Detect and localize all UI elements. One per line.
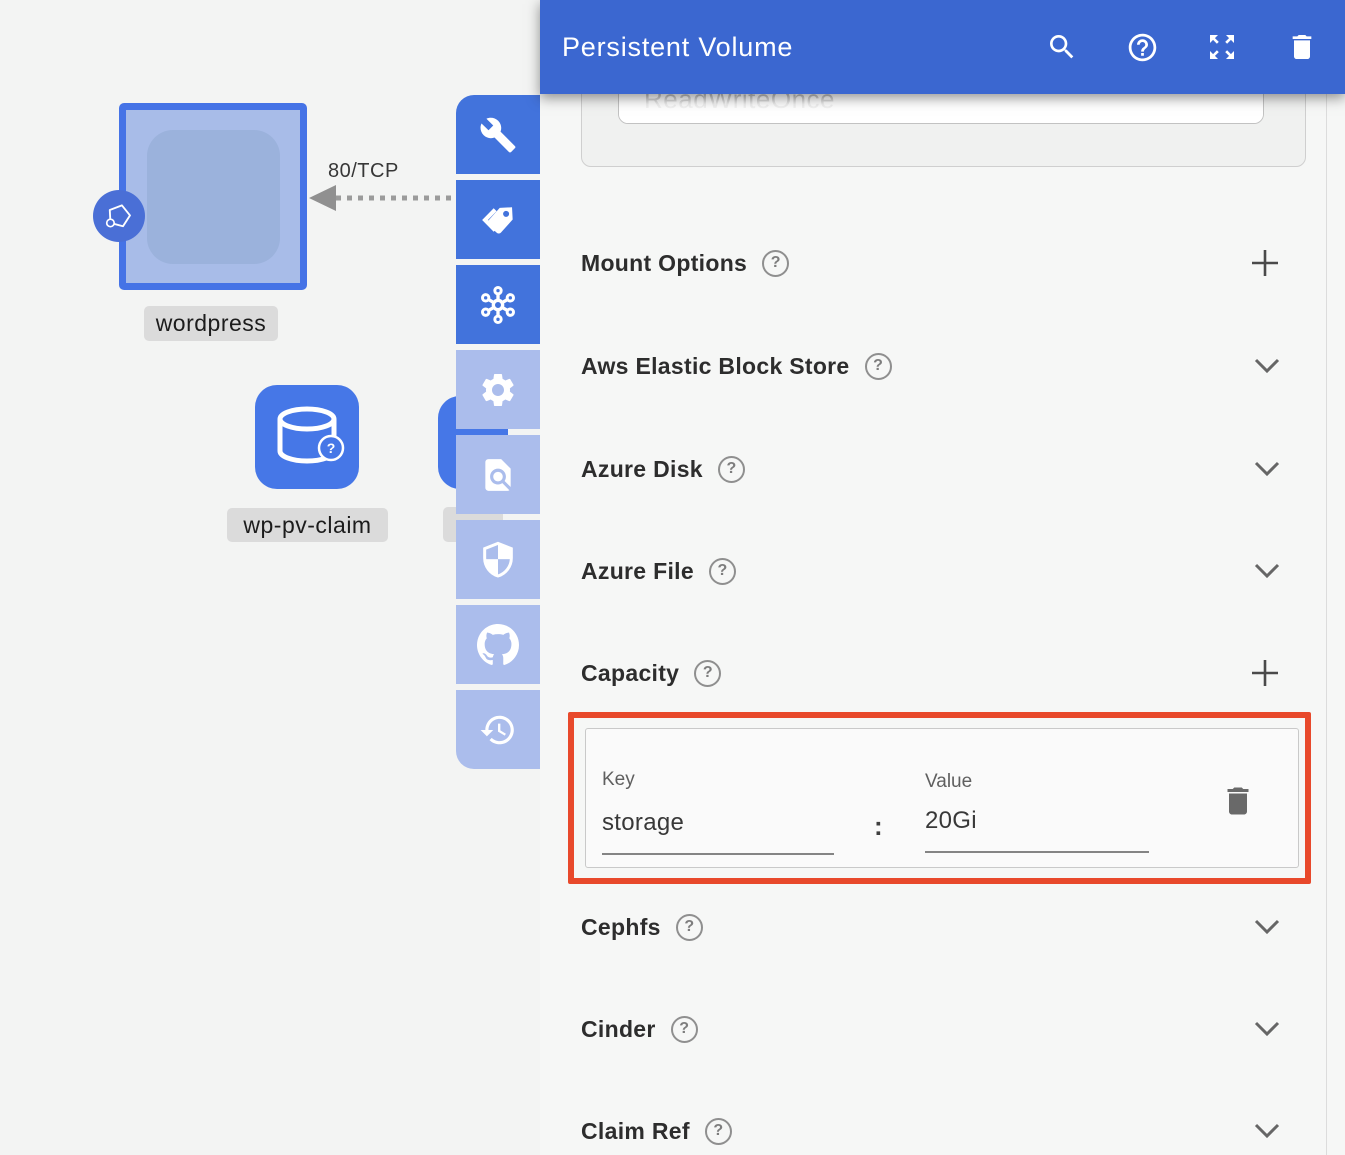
value-label: Value	[925, 771, 972, 793]
section-claim-ref[interactable]: Claim Ref ?	[581, 1111, 1280, 1151]
gear-icon	[478, 370, 518, 410]
section-cephfs[interactable]: Cephfs ?	[581, 907, 1280, 947]
key-label: Key	[602, 769, 635, 791]
add-button[interactable]	[1250, 658, 1280, 688]
key-input-underline	[602, 853, 834, 855]
delete-entry-button[interactable]	[1220, 783, 1256, 819]
help-icon[interactable]: ?	[705, 1118, 732, 1145]
plus-icon	[1250, 248, 1280, 278]
help-icon[interactable]: ?	[694, 660, 721, 687]
node-wordpress-body	[147, 130, 280, 264]
tag-icon	[479, 201, 517, 239]
trash-icon	[1286, 31, 1318, 63]
pod-badge-icon[interactable]	[93, 190, 145, 242]
toolbar-button-build[interactable]	[456, 95, 540, 174]
chevron-down-icon	[1254, 1021, 1280, 1037]
help-icon[interactable]: ?	[865, 353, 892, 380]
help-icon[interactable]: ?	[676, 914, 703, 941]
section-title: Claim Ref	[581, 1118, 690, 1145]
toolbar-button-labels[interactable]	[456, 180, 540, 259]
expand-button[interactable]	[1254, 461, 1280, 477]
expand-button[interactable]	[1254, 1021, 1280, 1037]
question-badge: ?	[327, 440, 336, 456]
expand-button[interactable]	[1254, 919, 1280, 935]
help-icon[interactable]: ?	[709, 558, 736, 585]
section-capacity[interactable]: Capacity ?	[581, 653, 1280, 693]
persistent-volume-panel: ReadWriteOnce Mount Options ? Aws Elasti…	[540, 0, 1345, 1155]
canvas-toolbar	[456, 95, 540, 769]
value-input-underline	[925, 851, 1149, 853]
pentagon-icon	[97, 194, 141, 238]
toolbar-button-github[interactable]	[456, 605, 540, 684]
toolbar-button-security[interactable]	[456, 520, 540, 599]
help-circle-icon	[1126, 31, 1159, 64]
section-title: Cinder	[581, 1016, 656, 1043]
expand-button[interactable]	[1254, 1123, 1280, 1139]
github-icon	[477, 624, 519, 666]
panel-scrollbar-track[interactable]	[1326, 94, 1327, 1155]
key-input[interactable]: storage	[602, 809, 684, 837]
section-title: Cephfs	[581, 914, 661, 941]
plus-icon	[1250, 658, 1280, 688]
search-button[interactable]	[1045, 30, 1079, 64]
add-button[interactable]	[1250, 248, 1280, 278]
help-icon[interactable]: ?	[762, 250, 789, 277]
history-icon	[479, 711, 517, 749]
toolbar-button-network[interactable]	[456, 265, 540, 344]
section-title: Azure File	[581, 558, 694, 585]
search-icon	[1046, 31, 1078, 63]
shield-icon	[478, 540, 518, 580]
section-mount-options[interactable]: Mount Options ?	[581, 243, 1280, 283]
service-edge-arrow	[305, 182, 456, 214]
node-wordpress[interactable]	[119, 103, 307, 290]
toolbar-button-settings[interactable]	[456, 350, 540, 429]
chevron-down-icon	[1254, 358, 1280, 374]
expand-button[interactable]	[1254, 358, 1280, 374]
wrench-icon	[479, 116, 517, 154]
annotation-highlight-box: Key storage : Value 20Gi	[568, 712, 1311, 884]
panel-header: Persistent Volume	[540, 0, 1345, 94]
app-window: 80/TCP wordpress ? wp-pv-claim	[0, 0, 1345, 1155]
value-input[interactable]: 20Gi	[925, 807, 977, 835]
help-button[interactable]	[1125, 30, 1159, 64]
section-title: Capacity	[581, 660, 679, 687]
node-label-wp-pv-claim: wp-pv-claim	[227, 508, 388, 542]
help-icon[interactable]: ?	[718, 456, 745, 483]
delete-resource-button[interactable]	[1285, 30, 1319, 64]
topology-canvas[interactable]: 80/TCP wordpress ? wp-pv-claim	[0, 0, 540, 1155]
find-in-page-icon	[479, 456, 517, 494]
panel-title: Persistent Volume	[562, 32, 793, 63]
section-cinder[interactable]: Cinder ?	[581, 1009, 1280, 1049]
hub-icon	[478, 285, 518, 325]
node-wp-pv-claim[interactable]: ?	[255, 385, 359, 489]
section-azure-file[interactable]: Azure File ?	[581, 551, 1280, 591]
toolbar-button-inspect[interactable]	[456, 435, 540, 514]
fullscreen-arrows-icon	[1206, 31, 1238, 63]
chevron-down-icon	[1254, 563, 1280, 579]
database-icon: ?	[255, 385, 359, 489]
chevron-down-icon	[1254, 461, 1280, 477]
toolbar-button-history[interactable]	[456, 690, 540, 769]
node-label-wordpress: wordpress	[144, 306, 278, 341]
section-aws-ebs[interactable]: Aws Elastic Block Store ?	[581, 346, 1280, 386]
section-azure-disk[interactable]: Azure Disk ?	[581, 449, 1280, 489]
section-title: Mount Options	[581, 250, 747, 277]
edge-port-label: 80/TCP	[328, 160, 399, 183]
section-title: Aws Elastic Block Store	[581, 353, 850, 380]
expand-button[interactable]	[1254, 563, 1280, 579]
capacity-entry-card: Key storage : Value 20Gi	[585, 728, 1299, 868]
section-title: Azure Disk	[581, 456, 703, 483]
trash-icon	[1220, 783, 1256, 819]
colon-separator: :	[874, 811, 883, 842]
expand-view-button[interactable]	[1205, 30, 1239, 64]
chevron-down-icon	[1254, 1123, 1280, 1139]
help-icon[interactable]: ?	[671, 1016, 698, 1043]
chevron-down-icon	[1254, 919, 1280, 935]
